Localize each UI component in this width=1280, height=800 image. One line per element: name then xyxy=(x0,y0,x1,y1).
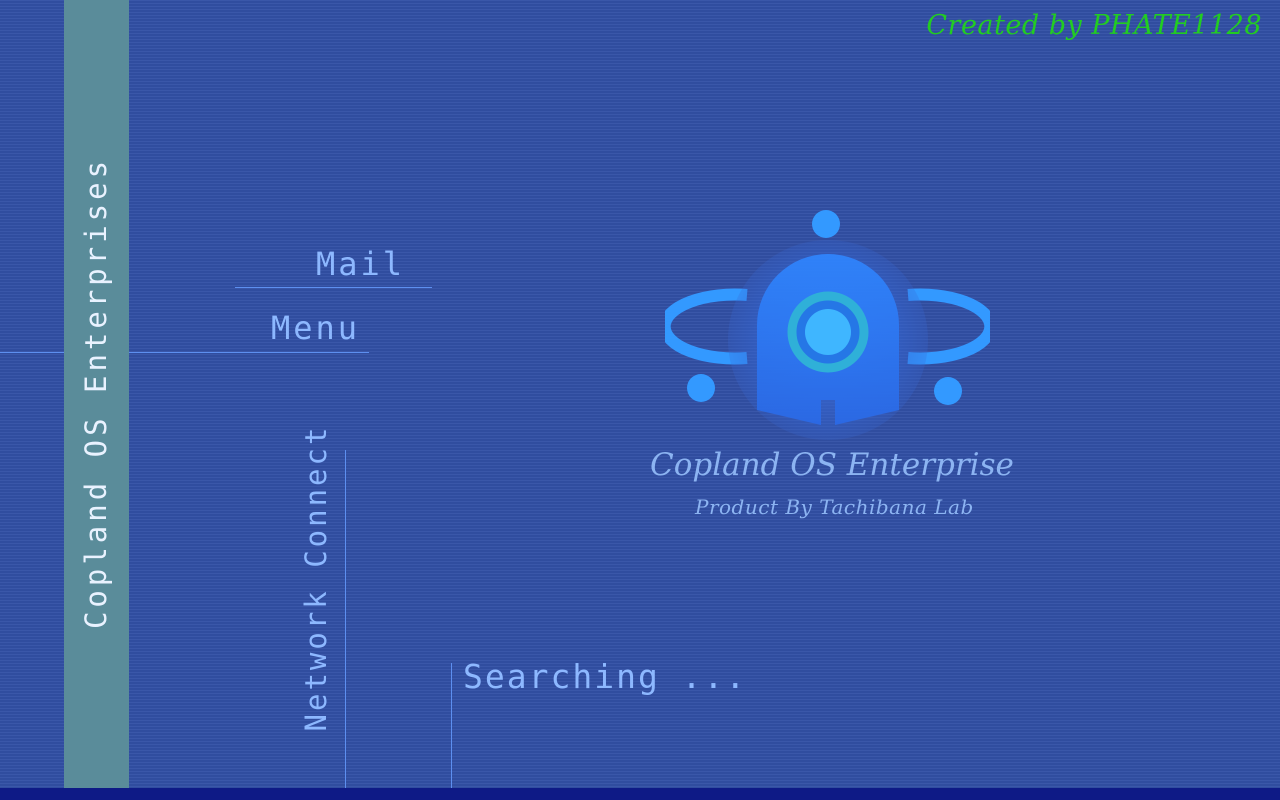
mail-link[interactable]: Mail xyxy=(316,245,405,283)
credit-text: Created by PHATE1128 xyxy=(926,10,1262,41)
mail-underline xyxy=(235,287,432,288)
taskbar xyxy=(0,788,1280,800)
network-guide-line xyxy=(345,450,346,790)
status-guide-line xyxy=(451,663,452,790)
network-connect-link[interactable]: Network Connect xyxy=(299,425,333,732)
desktop-screen: Created by PHATE1128 Copland OS Enterpri… xyxy=(0,0,1280,800)
sidebar-title: Copland OS Enterprises xyxy=(79,156,113,630)
menu-underline-left xyxy=(0,352,64,353)
menu-link[interactable]: Menu xyxy=(271,309,360,347)
status-text: Searching ... xyxy=(463,657,748,696)
copland-os-logo-icon xyxy=(658,200,997,450)
menu-underline-right xyxy=(129,352,369,353)
brand-title: Copland OS Enterprise xyxy=(650,447,1014,483)
brand-subtitle: Product By Tachibana Lab xyxy=(695,495,974,519)
